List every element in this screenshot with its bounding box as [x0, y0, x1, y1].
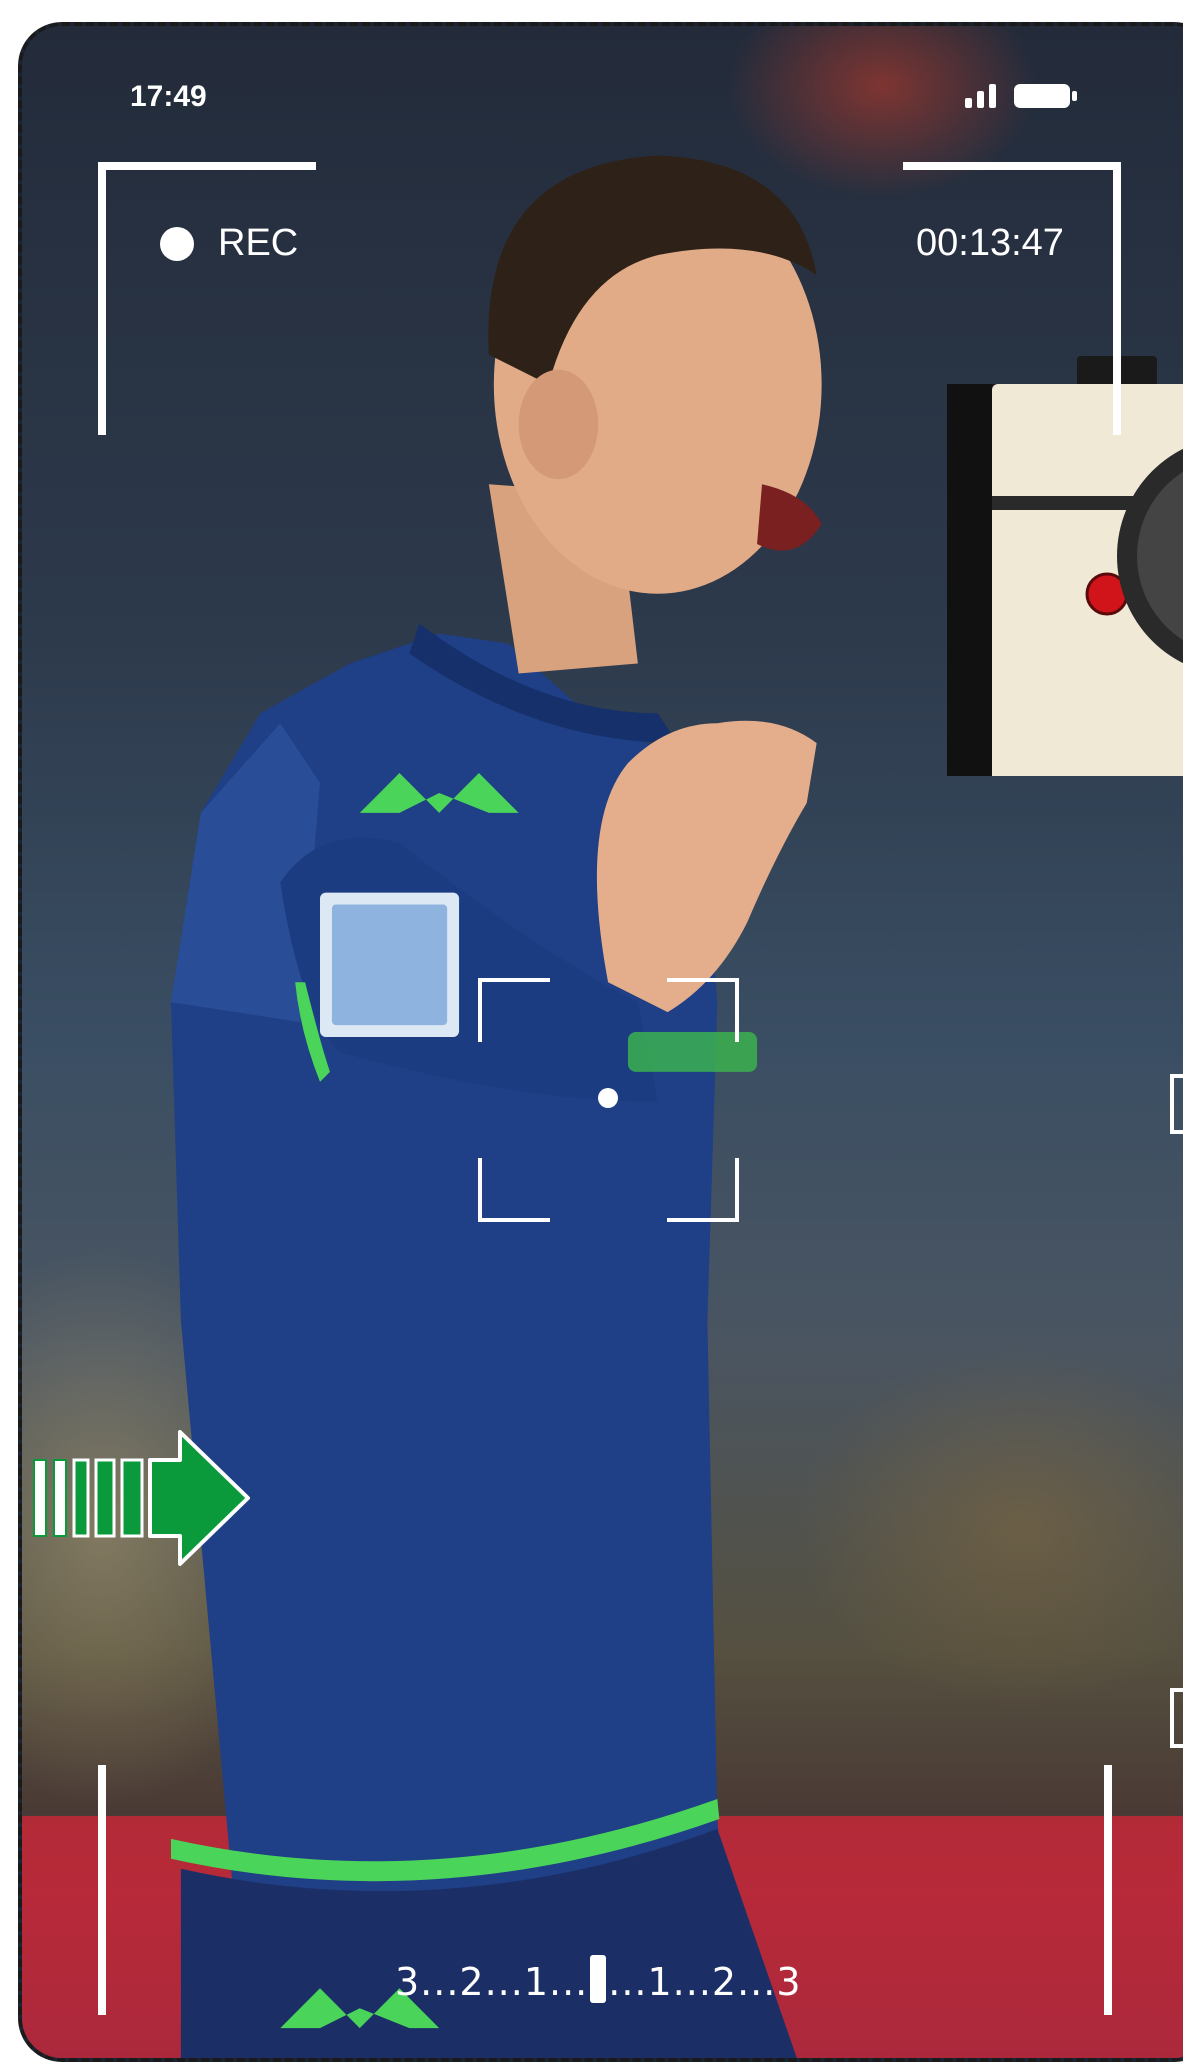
exposure-scale: 3...2...1... ...1...2...3: [395, 1955, 802, 2004]
record-dot-icon: [160, 226, 194, 261]
elapsed-timer: 00:13:47: [916, 222, 1064, 264]
rec-label: REC: [218, 222, 299, 264]
focus-point: [598, 1088, 618, 1108]
focus-bracket-top-right: [667, 978, 739, 1042]
side-tick-upper: [1170, 1074, 1183, 1134]
signal-bars-icon: [965, 84, 996, 108]
exposure-scale-right: ...1...2...3: [608, 1960, 802, 2004]
exposure-marker: [590, 1955, 607, 2003]
battery-icon: [1014, 84, 1077, 108]
exposure-scale-left: 3...2...1...: [395, 1960, 589, 2004]
focus-bracket-bottom-right: [667, 1158, 739, 1222]
focus-bracket-icon: [478, 978, 550, 1042]
focus-bracket-bottom-left: [478, 1158, 550, 1222]
frame-edge-bottom-left: [98, 1765, 106, 2015]
side-tick-lower: [1170, 1688, 1183, 1748]
forward-arrow-icon: [33, 1430, 250, 1566]
rec-indicator: REC: [160, 222, 298, 265]
status-icons: [965, 84, 1077, 108]
frame-corner-top-right: [903, 162, 1121, 435]
status-time: 17:49: [130, 80, 207, 113]
frame-edge-bottom-right: [1104, 1765, 1112, 2015]
frame-corner-top-left: [98, 162, 316, 435]
